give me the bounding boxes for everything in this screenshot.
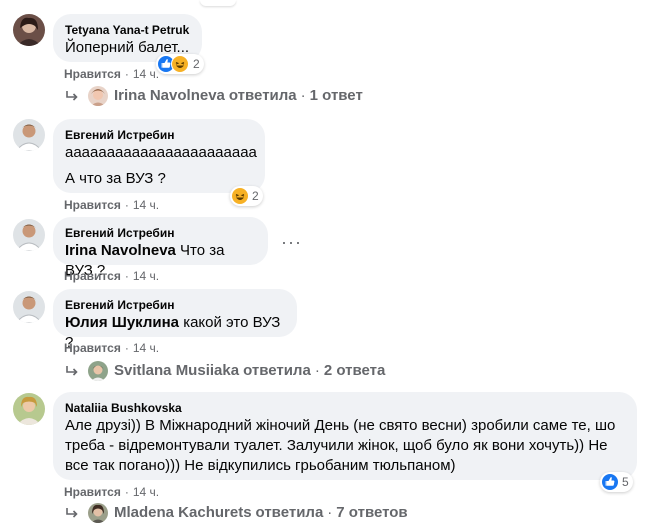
comment-bubble: Евгений Истребин ааааааааааааааааааааааа… (53, 119, 265, 193)
previous-reaction-remnant (200, 0, 236, 6)
haha-reaction-icon (232, 188, 248, 204)
comment-author[interactable]: Nataliia Bushkovska (65, 400, 625, 416)
reply-arrow-icon (66, 91, 78, 101)
like-link[interactable]: Нравится (64, 485, 121, 499)
view-replies-link[interactable]: Mladena Kachurets ответила · 7 ответов (64, 503, 408, 523)
mention-link[interactable]: Irina Navolneva (65, 242, 176, 259)
comment-time[interactable]: 14 ч. (133, 67, 159, 81)
reactions-count: 2 (252, 189, 259, 203)
reactions-badge[interactable]: 2 (156, 54, 204, 74)
comment-meta: Нравится · 14 ч. (64, 198, 160, 212)
reply-arrow-icon (66, 366, 78, 376)
avatar (88, 86, 108, 106)
comment-time[interactable]: 14 ч. (133, 198, 159, 212)
comment-author[interactable]: Tetyana Yana-t Petruk (65, 22, 190, 38)
like-link[interactable]: Нравится (64, 198, 121, 212)
like-link[interactable]: Нравится (64, 67, 121, 81)
comment-text: все так погано))) Не відкупились грьобан… (65, 457, 456, 474)
comment-text: А что за ВУЗ ? (65, 170, 166, 187)
comment-bubble: Nataliia Bushkovska Але друзі)) В Міжнар… (53, 392, 637, 480)
view-replies-link[interactable]: Svitlana Musiiaka ответила · 2 ответа (64, 361, 385, 381)
like-link[interactable]: Нравится (64, 269, 121, 283)
reactions-count: 2 (193, 57, 200, 71)
comment-text: Але друзі)) В Міжнародний жіночий День (… (65, 417, 616, 434)
more-options-button[interactable]: ··· (281, 233, 302, 251)
avatar[interactable] (13, 119, 45, 151)
comment-author[interactable]: Евгений Истребин (65, 297, 285, 313)
comment-time[interactable]: 14 ч. (133, 485, 159, 499)
comment-author[interactable]: Евгений Истребин (65, 127, 253, 143)
comment-bubble: Евгений Истребин Юлия Шуклина какой это … (53, 289, 297, 351)
like-link[interactable]: Нравится (64, 341, 121, 355)
comment-meta: Нравится · 14 ч. (64, 341, 160, 355)
mention-link[interactable]: Юлия Шуклина (65, 314, 179, 331)
comment-meta: Нравится · 14 ч. (64, 485, 160, 499)
reactions-badge[interactable]: 5 (600, 472, 633, 492)
comment-text: ааааааааааааааааааааааа (65, 144, 257, 161)
comment-author[interactable]: Евгений Истребин (65, 225, 256, 241)
avatar[interactable] (13, 291, 45, 323)
comment-meta: Нравится · 14 ч. (64, 67, 160, 81)
avatar[interactable] (13, 393, 45, 425)
avatar (88, 503, 108, 523)
comment-text: треба - відремонтували туалет. Залучили … (65, 437, 608, 454)
like-reaction-icon (602, 474, 618, 490)
comment-bubble: Евгений Истребин Irina Navolneva Что за … (53, 217, 268, 279)
avatar (88, 361, 108, 381)
view-replies-link[interactable]: Irina Navolneva ответила · 1 ответ (64, 86, 363, 106)
comment-meta: Нравится · 14 ч. (64, 269, 160, 283)
haha-reaction-icon (171, 55, 189, 73)
avatar[interactable] (13, 219, 45, 251)
comment-time[interactable]: 14 ч. (133, 269, 159, 283)
reactions-badge[interactable]: 2 (230, 186, 263, 206)
comment-time[interactable]: 14 ч. (133, 341, 159, 355)
reactions-count: 5 (622, 475, 629, 489)
avatar[interactable] (13, 14, 45, 46)
reply-arrow-icon (66, 508, 78, 518)
